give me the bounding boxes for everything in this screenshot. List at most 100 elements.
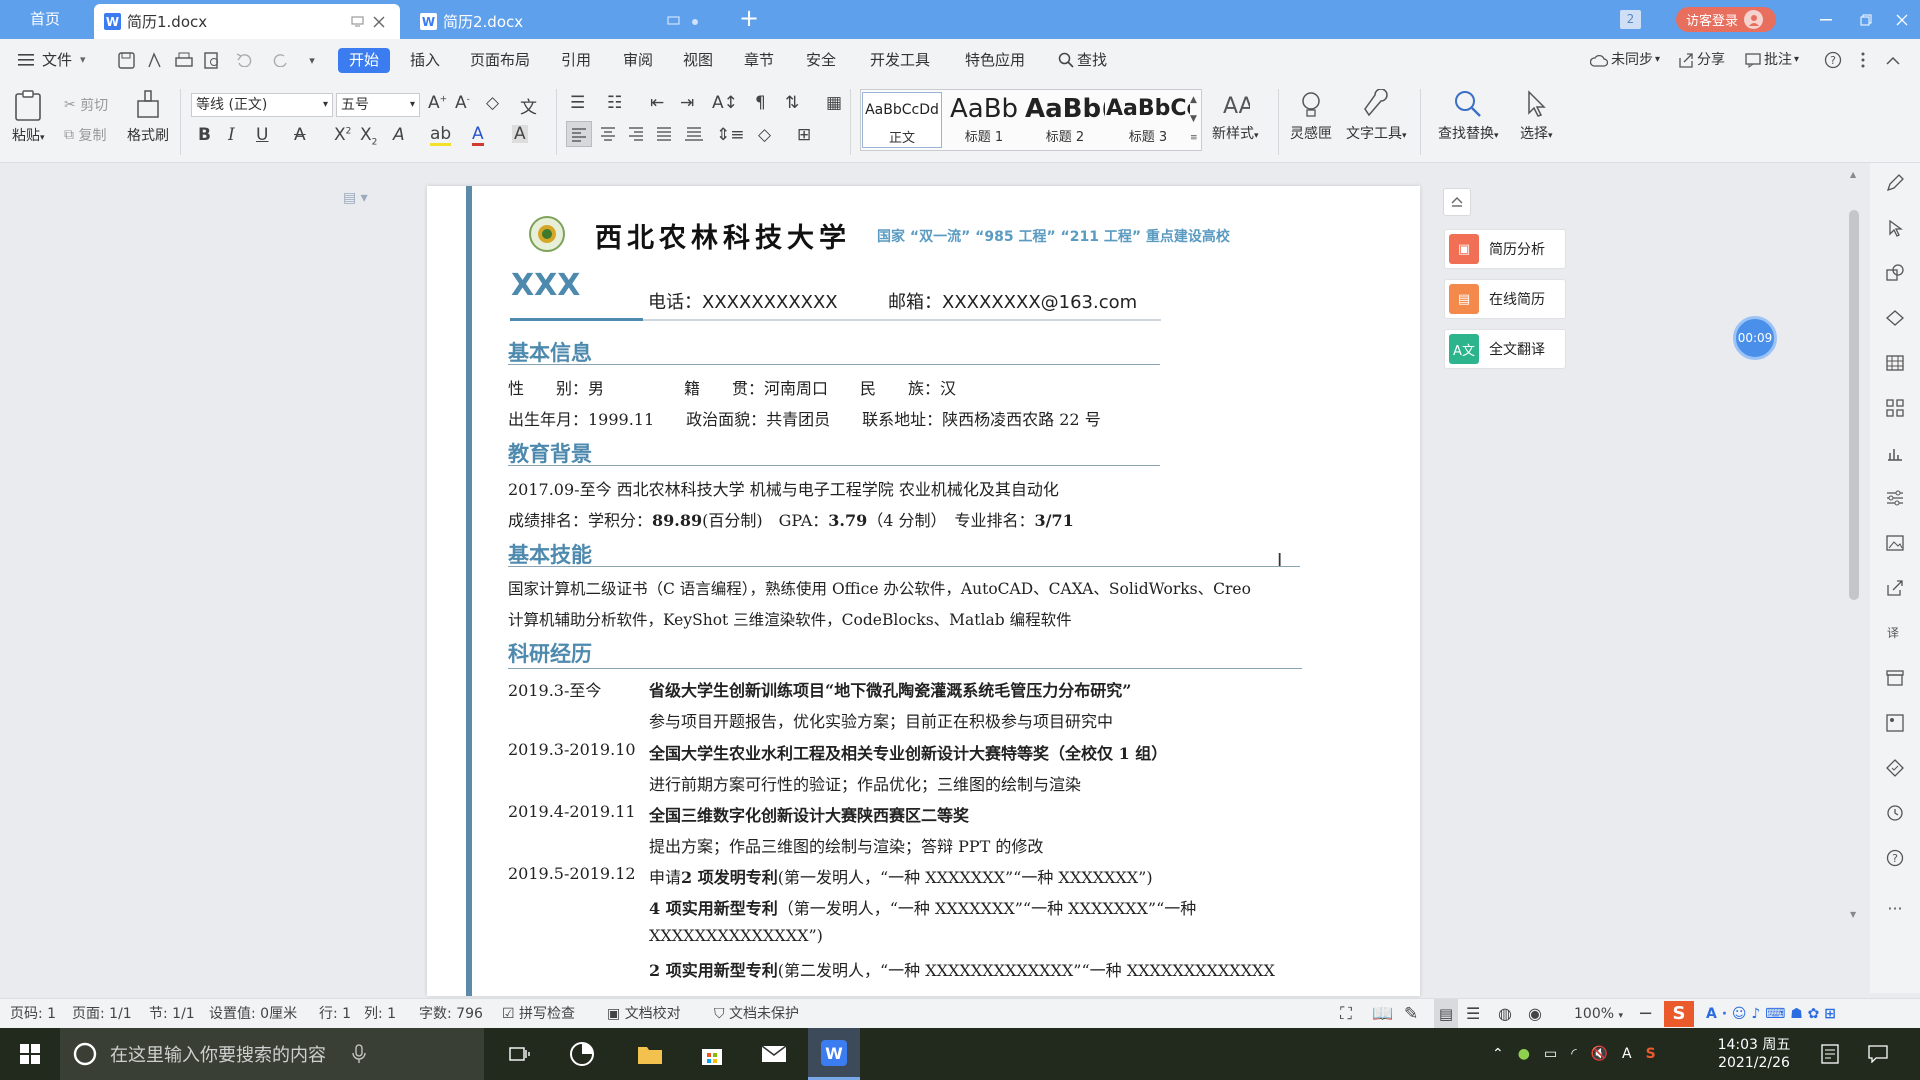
image-tool-icon[interactable]: [1885, 713, 1905, 733]
page-view-icon[interactable]: ▤: [1434, 999, 1458, 1029]
action-center-icon[interactable]: [1852, 1028, 1904, 1080]
ime-toolbar[interactable]: A ∙ ☺ ♪ ⌨ ☗ ✿ ⊞: [1706, 999, 1836, 1029]
fullscreen-icon[interactable]: ⛶: [1340, 999, 1352, 1029]
style-heading3[interactable]: AaBbCc 标题 3: [1106, 92, 1190, 148]
find-menu[interactable]: 查找: [1058, 39, 1107, 81]
tab-references[interactable]: 引用: [561, 39, 591, 81]
cut-button[interactable]: ✂ 剪切: [64, 95, 108, 115]
file-menu[interactable]: 文件 ▾: [18, 39, 86, 81]
table-icon[interactable]: [1885, 353, 1905, 373]
tab-home[interactable]: 首页: [0, 0, 90, 39]
ime-icon[interactable]: A: [1622, 1046, 1632, 1062]
styles-scroll-icon[interactable]: ▲ ▼ ≡: [1190, 91, 1198, 148]
phonetic-icon[interactable]: 文: [520, 93, 537, 118]
justify-button[interactable]: [652, 121, 678, 147]
superscript-button[interactable]: X2: [334, 125, 351, 145]
doc-proof-button[interactable]: ▣ 文档校对: [607, 999, 681, 1029]
scroll-thumb[interactable]: [1849, 210, 1859, 600]
text-tools-button[interactable]: 文字工具▾: [1346, 89, 1407, 143]
style-normal[interactable]: AaBbCcDd 正文: [862, 92, 942, 148]
tab-developer[interactable]: 开发工具: [870, 39, 930, 81]
layers-icon[interactable]: [1885, 308, 1905, 328]
style-heading2[interactable]: AaBb( 标题 2: [1025, 92, 1105, 148]
style-heading1[interactable]: AaBb 标题 1: [944, 92, 1024, 148]
tab-view[interactable]: 视图: [683, 39, 713, 81]
wps-taskbar-icon[interactable]: W: [808, 1028, 860, 1080]
font-size-select[interactable]: 五号 ▾: [336, 93, 420, 117]
align-left-button[interactable]: [566, 121, 592, 147]
zoom-out-icon[interactable]: −: [1638, 999, 1653, 1029]
pen-icon[interactable]: [1885, 173, 1905, 193]
resume-analysis-button[interactable]: ▣ 简历分析: [1444, 229, 1566, 269]
collapse-ribbon-icon[interactable]: [1883, 50, 1903, 70]
volume-muted-icon[interactable]: 🔇: [1591, 1046, 1608, 1062]
more-options-icon[interactable]: [1853, 50, 1873, 70]
show-marks-icon[interactable]: ¶: [755, 93, 766, 113]
vertical-scrollbar[interactable]: ▲ ▼: [1846, 170, 1862, 990]
new-tab-button[interactable]: +: [734, 0, 764, 39]
borders-icon[interactable]: ⊞: [797, 125, 811, 145]
history-icon[interactable]: [1885, 803, 1905, 823]
web-view-icon[interactable]: ◍: [1498, 999, 1512, 1029]
strikethrough-button[interactable]: A: [294, 125, 306, 145]
file-explorer-icon[interactable]: [624, 1028, 676, 1080]
chart-icon[interactable]: [1885, 443, 1905, 463]
copy-button[interactable]: ⧉ 复制: [64, 125, 106, 145]
subscript-button[interactable]: X2: [360, 125, 377, 147]
pinwheel-app-icon[interactable]: [556, 1028, 608, 1080]
collapse-panel-icon[interactable]: [1443, 188, 1471, 216]
save-icon[interactable]: [116, 50, 136, 70]
print-preview-icon[interactable]: [202, 50, 222, 70]
tray-app-icon[interactable]: ●: [1518, 1046, 1530, 1062]
apps-grid-icon[interactable]: [1885, 398, 1905, 418]
line-spacing-icon[interactable]: ⇕≡: [716, 125, 745, 145]
help-circle-icon[interactable]: ?: [1885, 848, 1905, 868]
tab-window-icon[interactable]: [346, 11, 368, 33]
backup-icon[interactable]: [1885, 758, 1905, 778]
shapes-icon[interactable]: [1885, 263, 1905, 283]
tab-review[interactable]: 审阅: [623, 39, 653, 81]
share-button[interactable]: 分享: [1678, 39, 1725, 81]
tab-security[interactable]: 安全: [806, 39, 836, 81]
translate-tool-icon[interactable]: 译: [1885, 623, 1905, 643]
zoom-level[interactable]: 100% ▾: [1574, 999, 1623, 1029]
battery-icon[interactable]: ▭: [1544, 1046, 1557, 1062]
italic-button[interactable]: I: [228, 125, 235, 145]
font-color-button[interactable]: A: [472, 125, 484, 146]
sync-status[interactable]: 未同步 ▾: [1590, 39, 1660, 81]
help-icon[interactable]: ?: [1823, 50, 1843, 70]
undo-icon[interactable]: [234, 50, 254, 70]
table-borders-icon[interactable]: ▦: [826, 93, 842, 113]
select-button[interactable]: 选择▾: [1520, 89, 1553, 143]
minimize-button[interactable]: [1806, 0, 1846, 39]
sort-icon[interactable]: ⇅: [785, 93, 799, 113]
comment-button[interactable]: 批注 ▾: [1745, 39, 1799, 81]
spell-check-button[interactable]: ☑ 拼写检查: [502, 999, 575, 1029]
share-out-icon[interactable]: [1885, 578, 1905, 598]
tab-resume2[interactable]: W 简历2.docx: [410, 4, 716, 39]
sogou-ime-icon[interactable]: S: [1664, 1001, 1694, 1027]
pointer-icon[interactable]: [1885, 218, 1905, 238]
doc-outline-icon[interactable]: ▤ ▾: [343, 190, 368, 206]
translate-button[interactable]: A文 全文翻译: [1444, 329, 1566, 369]
format-painter-button[interactable]: 格式刷: [127, 89, 169, 145]
find-replace-button[interactable]: 查找替换▾: [1438, 89, 1499, 143]
word-count[interactable]: 字数: 796: [419, 999, 483, 1029]
bold-button[interactable]: B: [198, 125, 211, 145]
tab-resume1[interactable]: W 简历1.docx: [94, 4, 400, 39]
inspiration-button[interactable]: 灵感匣: [1290, 89, 1332, 143]
tab-start[interactable]: 开始: [338, 48, 390, 73]
increase-indent-icon[interactable]: ⇥: [680, 93, 694, 113]
font-name-select[interactable]: 等线 (正文) ▾: [191, 93, 333, 117]
store-icon[interactable]: [686, 1028, 738, 1080]
text-effect-button[interactable]: A: [393, 125, 405, 145]
grow-font-icon[interactable]: A+: [428, 93, 447, 113]
shrink-font-icon[interactable]: A-: [455, 93, 470, 113]
tab-features[interactable]: 特色应用: [965, 39, 1025, 81]
write-mode-icon[interactable]: ✎: [1404, 999, 1418, 1029]
windows-start-icon[interactable]: [4, 1028, 56, 1080]
scroll-up-icon[interactable]: ▲: [1850, 170, 1856, 179]
highlight-button[interactable]: ab: [430, 125, 452, 146]
bullet-list-icon[interactable]: ☰: [570, 93, 585, 113]
numbered-list-icon[interactable]: ☷: [607, 93, 622, 113]
